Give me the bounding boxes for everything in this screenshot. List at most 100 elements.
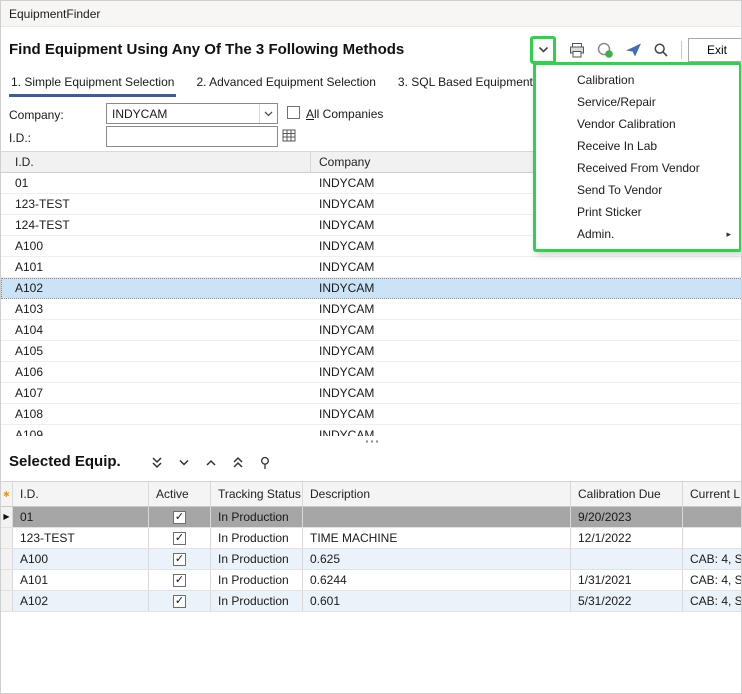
menu-item-admin[interactable]: Admin.▸	[536, 223, 739, 245]
equipment-company-cell: INDYCAM	[311, 383, 613, 403]
equipment-id-cell: A102	[1, 278, 311, 298]
id-lookup-button[interactable]	[282, 128, 298, 144]
equipment-row[interactable]: A106INDYCAM	[1, 362, 742, 383]
active-checkbox[interactable]: ✓	[173, 574, 186, 587]
equipment-finder-window: EquipmentFinder Find Equipment Using Any…	[0, 0, 742, 694]
row-marker-cell	[1, 528, 13, 548]
current-location-cell: CAB: 4, SH	[683, 570, 742, 590]
calibration-due-cell: 1/31/2021	[571, 570, 683, 590]
selected-header-description[interactable]: Description	[303, 482, 571, 506]
all-companies-accel: A	[306, 107, 314, 121]
menu-item-receive-in-lab[interactable]: Receive In Lab	[536, 135, 739, 157]
actions-dropdown-button[interactable]	[538, 46, 549, 54]
equipment-company-cell: INDYCAM	[311, 299, 613, 319]
menu-item-label: Received From Vendor	[577, 161, 700, 175]
row-marker-cell	[1, 591, 13, 611]
row-marker-cell: ▶	[1, 507, 13, 527]
equipment-company-cell: INDYCAM	[311, 341, 613, 361]
equipment-extra-cell	[613, 362, 742, 382]
search-icon	[653, 42, 669, 58]
move-all-up-button[interactable]	[227, 453, 249, 473]
description-cell: 0.601	[303, 591, 571, 611]
active-cell: ✓	[149, 528, 211, 548]
equipment-row[interactable]: A108INDYCAM	[1, 404, 742, 425]
results-header-id[interactable]: I.D.	[1, 152, 311, 172]
selected-equipment-row[interactable]: A100✓In Production0.625CAB: 4, SH	[1, 549, 742, 570]
id-cell: A100	[13, 549, 149, 569]
selected-header-calibration-due[interactable]: Calibration Due	[571, 482, 683, 506]
search-button[interactable]	[651, 40, 671, 60]
row-marker-cell	[1, 570, 13, 590]
id-input[interactable]	[106, 126, 278, 147]
equipment-row[interactable]: A107INDYCAM	[1, 383, 742, 404]
print-button[interactable]	[567, 40, 587, 60]
location-pin-icon	[257, 455, 273, 471]
equipment-id-cell: A107	[1, 383, 311, 403]
tab-strip: 1. Simple Equipment Selection 2. Advanced…	[9, 73, 588, 97]
active-cell: ✓	[149, 570, 211, 590]
tracking-status-cell: In Production	[211, 507, 303, 527]
menu-item-label: Send To Vendor	[577, 183, 662, 197]
equipment-id-cell: 123-TEST	[1, 194, 311, 214]
description-cell: 0.6244	[303, 570, 571, 590]
equipment-row[interactable]: A104INDYCAM	[1, 320, 742, 341]
equipment-row[interactable]: A103INDYCAM	[1, 299, 742, 320]
selected-header-active[interactable]: Active	[149, 482, 211, 506]
combobox-dropdown-icon[interactable]	[259, 104, 277, 123]
grid-splitter[interactable]: ⋯	[1, 436, 742, 448]
sync-status-button[interactable]	[595, 40, 615, 60]
tracking-status-cell: In Production	[211, 549, 303, 569]
double-chevron-down-icon	[149, 455, 165, 471]
menu-item-label: Receive In Lab	[577, 139, 657, 153]
selected-equipment-row[interactable]: A101✓In Production0.62441/31/2021CAB: 4,…	[1, 570, 742, 591]
all-companies-rest: ll Companies	[314, 107, 383, 121]
selected-equipment-row[interactable]: 123-TEST✓In ProductionTIME MACHINE12/1/2…	[1, 528, 742, 549]
active-checkbox[interactable]: ✓	[173, 553, 186, 566]
active-checkbox[interactable]: ✓	[173, 595, 186, 608]
move-all-down-button[interactable]	[146, 453, 168, 473]
tracking-status-cell: In Production	[211, 570, 303, 590]
submenu-arrow-icon: ▸	[726, 223, 731, 245]
active-checkbox[interactable]: ✓	[173, 532, 186, 545]
equipment-company-cell: INDYCAM	[311, 362, 613, 382]
equipment-row[interactable]: A102INDYCAM	[1, 278, 742, 299]
company-label: Company:	[9, 108, 64, 122]
equipment-company-cell: INDYCAM	[311, 404, 613, 424]
selected-equipment-row[interactable]: A102✓In Production0.6015/31/2022CAB: 4, …	[1, 591, 742, 612]
equipment-id-cell: A101	[1, 257, 311, 277]
tab-1[interactable]: 1. Simple Equipment Selection	[9, 73, 176, 97]
company-combobox[interactable]: INDYCAM	[106, 103, 278, 124]
exit-button[interactable]: Exit	[688, 38, 742, 62]
menu-item-calibration[interactable]: Calibration	[536, 69, 739, 91]
menu-item-send-to-vendor[interactable]: Send To Vendor	[536, 179, 739, 201]
menu-item-vendor-calibration[interactable]: Vendor Calibration	[536, 113, 739, 135]
equipment-extra-cell	[613, 341, 742, 361]
equipment-row[interactable]: A101INDYCAM	[1, 257, 742, 278]
menu-item-print-sticker[interactable]: Print Sticker	[536, 201, 739, 223]
equipment-extra-cell	[613, 383, 742, 403]
selected-header-id[interactable]: I.D.	[13, 482, 149, 506]
toolbar-separator	[681, 41, 682, 59]
equipment-company-cell: INDYCAM	[311, 320, 613, 340]
tab-2[interactable]: 2. Advanced Equipment Selection	[194, 73, 377, 97]
active-checkbox[interactable]: ✓	[173, 511, 186, 524]
chevron-up-icon	[203, 455, 219, 471]
move-up-button[interactable]	[200, 453, 222, 473]
chevron-down-icon	[538, 46, 549, 54]
equipment-id-cell: 01	[1, 173, 311, 193]
move-down-button[interactable]	[173, 453, 195, 473]
selected-equipment-row[interactable]: ▶01✓In Production9/20/2023	[1, 507, 742, 528]
send-button[interactable]	[623, 40, 643, 60]
window-titlebar: EquipmentFinder	[1, 1, 741, 27]
equipment-extra-cell	[613, 299, 742, 319]
all-companies-checkbox[interactable]	[287, 106, 300, 119]
menu-item-label: Vendor Calibration	[577, 117, 676, 131]
selected-header-current-location[interactable]: Current L	[683, 482, 742, 506]
menu-item-service-repair[interactable]: Service/Repair	[536, 91, 739, 113]
selected-header-tracking-status[interactable]: Tracking Status	[211, 482, 303, 506]
locate-button[interactable]	[254, 453, 276, 473]
grid-marker-star-icon: ✱	[3, 483, 10, 506]
menu-item-received-from-vendor[interactable]: Received From Vendor	[536, 157, 739, 179]
description-cell: 0.625	[303, 549, 571, 569]
equipment-row[interactable]: A105INDYCAM	[1, 341, 742, 362]
